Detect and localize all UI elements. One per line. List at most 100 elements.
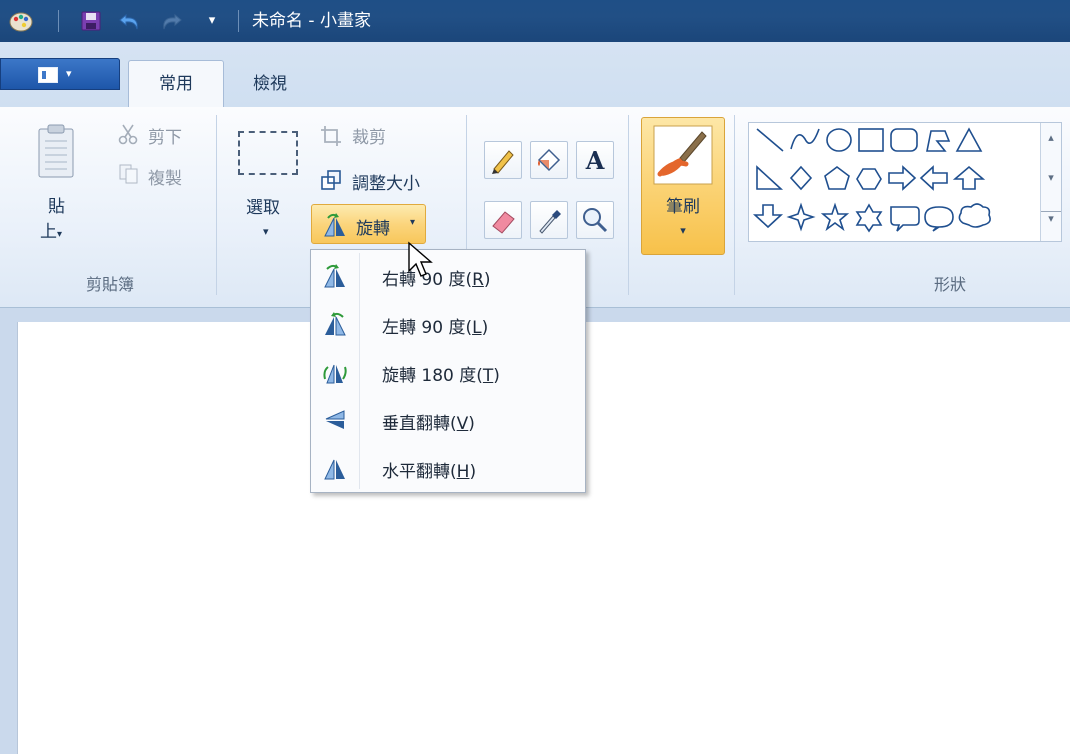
text-icon: A bbox=[585, 146, 605, 175]
left-arrow-shape-icon bbox=[919, 165, 948, 191]
expand-gallery-icon[interactable]: ▾ bbox=[1041, 211, 1061, 225]
select-button[interactable]: 選取 bbox=[246, 193, 280, 218]
save-icon[interactable] bbox=[80, 10, 102, 32]
group-separator bbox=[628, 115, 629, 295]
chevron-down-icon: ▾ bbox=[410, 217, 416, 228]
menu-item-label: 右轉 90 度(R) bbox=[382, 270, 491, 290]
menu-item-rotate-left-90[interactable]: 左轉 90 度(L) bbox=[314, 301, 582, 347]
svg-text:A: A bbox=[585, 146, 605, 175]
paste-button-label-2[interactable]: 上▾ bbox=[40, 217, 62, 242]
paint-app-icon[interactable] bbox=[8, 10, 34, 32]
magnifier-icon bbox=[583, 208, 608, 233]
brushes-label: 筆刷 bbox=[666, 197, 700, 217]
window-title: 未命名 - 小畫家 bbox=[252, 11, 371, 31]
right-arrow-shape-icon bbox=[888, 165, 917, 191]
mouse-cursor-icon bbox=[408, 241, 433, 277]
brushes-button[interactable]: 筆刷 ▾ bbox=[641, 117, 725, 255]
brush-icon bbox=[653, 125, 713, 185]
down-arrow-shape-icon bbox=[752, 204, 784, 229]
paste-icon[interactable] bbox=[36, 123, 76, 181]
flip-vertical-icon bbox=[325, 410, 345, 429]
color-picker-tool[interactable] bbox=[530, 201, 568, 239]
resize-button[interactable]: 調整大小 bbox=[352, 169, 420, 194]
magnifier-tool[interactable] bbox=[576, 201, 614, 239]
paint-bucket-icon bbox=[537, 148, 561, 172]
tab-view[interactable]: 檢視 bbox=[234, 60, 306, 108]
cloud-callout-shape-icon bbox=[958, 203, 991, 228]
rotate-label: 旋轉 bbox=[356, 219, 390, 239]
text-tool[interactable]: A bbox=[576, 141, 614, 179]
chevron-down-icon: ▾ bbox=[680, 224, 686, 237]
curve-shape-icon bbox=[790, 128, 820, 150]
hexagon-shape-icon bbox=[856, 168, 882, 190]
pencil-tool[interactable] bbox=[484, 141, 522, 179]
qa-separator bbox=[58, 10, 59, 32]
select-icon[interactable] bbox=[238, 131, 298, 175]
copy-icon bbox=[119, 164, 138, 184]
chevron-down-icon: ▾ bbox=[57, 229, 63, 240]
menu-item-rotate-right-90[interactable]: 右轉 90 度(R) bbox=[314, 253, 582, 299]
right-triangle-shape-icon bbox=[756, 165, 784, 190]
triangle-shape-icon bbox=[955, 127, 983, 152]
clipboard-group-label: 剪貼簿 bbox=[85, 275, 134, 294]
rotate-icon bbox=[324, 213, 345, 237]
flip-horizontal-icon bbox=[324, 459, 345, 480]
shapes-scrollbar[interactable]: ▴ ▾ ▾ bbox=[1040, 123, 1061, 241]
chevron-down-icon: ▾ bbox=[66, 67, 72, 80]
paint-menu-button[interactable]: ▾ bbox=[0, 58, 120, 90]
polygon-shape-icon bbox=[926, 130, 951, 152]
oval-callout-shape-icon bbox=[924, 206, 954, 232]
cut-button[interactable]: 剪下 bbox=[148, 123, 182, 148]
menu-item-label: 垂直翻轉(V) bbox=[382, 414, 475, 434]
crop-button[interactable]: 裁剪 bbox=[352, 123, 386, 148]
undo-icon[interactable] bbox=[117, 10, 145, 32]
qa-separator bbox=[238, 10, 239, 32]
redo-icon[interactable] bbox=[156, 10, 184, 32]
rounded-rectangle-shape-icon bbox=[890, 128, 918, 152]
five-point-star-shape-icon bbox=[820, 202, 850, 232]
rotate-right-icon bbox=[324, 264, 345, 288]
menu-item-label: 水平翻轉(H) bbox=[382, 462, 477, 482]
title-bar: ▾ 未命名 - 小畫家 bbox=[0, 0, 1070, 42]
rotate-menu: 右轉 90 度(R) 左轉 90 度(L) 旋轉 180 度(T) 垂直翻轉(V… bbox=[310, 249, 586, 493]
copy-button[interactable]: 複製 bbox=[148, 164, 182, 189]
tab-home[interactable]: 常用 bbox=[128, 60, 224, 108]
scissors-icon bbox=[118, 124, 138, 145]
menu-icon bbox=[38, 67, 58, 83]
pencil-icon bbox=[492, 150, 514, 174]
pentagon-shape-icon bbox=[824, 166, 850, 190]
paste-button-label[interactable]: 貼 bbox=[48, 192, 65, 217]
shapes-icons bbox=[752, 127, 991, 233]
six-point-star-shape-icon bbox=[855, 203, 883, 233]
diamond-shape-icon bbox=[789, 165, 813, 191]
rotate-button[interactable]: 旋轉 ▾ bbox=[311, 204, 426, 244]
menu-item-label: 旋轉 180 度(T) bbox=[382, 366, 500, 386]
resize-icon bbox=[321, 170, 341, 190]
four-point-star-shape-icon bbox=[786, 202, 816, 232]
eyedropper-icon bbox=[539, 210, 561, 234]
rotate-180-icon bbox=[323, 364, 347, 384]
shapes-group-label: 形狀 bbox=[933, 275, 966, 294]
scroll-up-icon[interactable]: ▴ bbox=[1041, 131, 1061, 144]
rounded-callout-shape-icon bbox=[890, 206, 920, 232]
quick-access-customize-button[interactable]: ▾ bbox=[204, 10, 220, 32]
rectangle-shape-icon bbox=[858, 128, 884, 152]
line-shape-icon bbox=[756, 128, 784, 152]
menu-item-flip-horizontal[interactable]: 水平翻轉(H) bbox=[314, 445, 582, 491]
eraser-icon bbox=[492, 211, 515, 234]
scroll-down-icon[interactable]: ▾ bbox=[1041, 171, 1061, 184]
eraser-tool[interactable] bbox=[484, 201, 522, 239]
fill-tool[interactable] bbox=[530, 141, 568, 179]
rotate-left-icon bbox=[325, 312, 346, 336]
up-arrow-shape-icon bbox=[952, 165, 986, 190]
menu-item-rotate-180[interactable]: 旋轉 180 度(T) bbox=[314, 349, 582, 395]
crop-icon bbox=[321, 126, 341, 146]
menu-item-label: 左轉 90 度(L) bbox=[382, 318, 489, 338]
paste-label-2: 上 bbox=[40, 222, 57, 242]
group-separator bbox=[216, 115, 217, 295]
group-separator bbox=[734, 115, 735, 295]
shapes-gallery bbox=[748, 122, 1062, 242]
menu-item-flip-vertical[interactable]: 垂直翻轉(V) bbox=[314, 397, 582, 443]
oval-shape-icon bbox=[826, 128, 852, 152]
chevron-down-icon[interactable]: ▾ bbox=[263, 225, 269, 238]
